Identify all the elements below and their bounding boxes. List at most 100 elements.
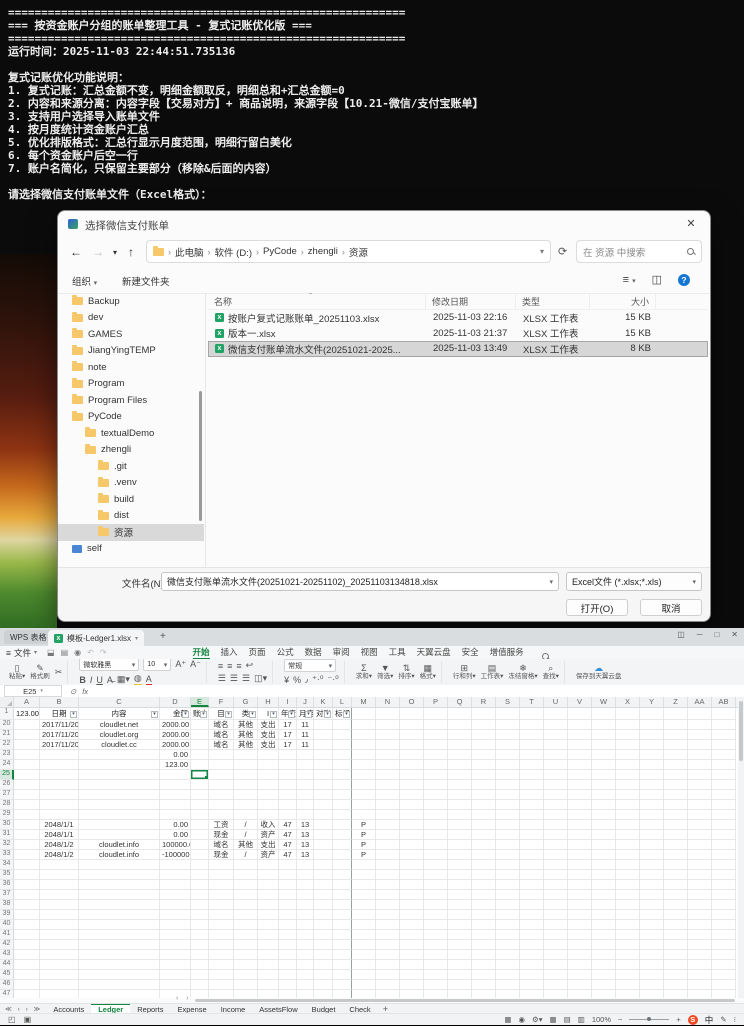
comma-style-icon[interactable]: ٫ bbox=[305, 674, 308, 685]
cell-C35[interactable] bbox=[79, 870, 160, 880]
cell-AB27[interactable] bbox=[712, 790, 736, 800]
cell-L28[interactable] bbox=[333, 800, 352, 810]
up-icon[interactable]: ↑ bbox=[128, 245, 134, 259]
cell-Y23[interactable] bbox=[640, 750, 664, 760]
cell-A1[interactable]: 123.00 bbox=[14, 708, 40, 720]
cell-Q41[interactable] bbox=[448, 930, 472, 940]
cell-J47[interactable] bbox=[297, 990, 314, 998]
view-mode-icon[interactable]: ≡ ▾ bbox=[623, 274, 636, 286]
cell-B31[interactable]: 2048/1/1 bbox=[40, 830, 79, 840]
cell-E46[interactable] bbox=[191, 980, 209, 990]
cell-N26[interactable] bbox=[376, 780, 400, 790]
cell-H36[interactable] bbox=[258, 880, 279, 890]
cell-X29[interactable] bbox=[616, 810, 640, 820]
cell-Y32[interactable] bbox=[640, 840, 664, 850]
cell-J40[interactable] bbox=[297, 920, 314, 930]
column-header-X[interactable]: X bbox=[616, 697, 640, 707]
cell-B37[interactable] bbox=[40, 890, 79, 900]
cell-W47[interactable] bbox=[592, 990, 616, 998]
cell-K42[interactable] bbox=[314, 940, 333, 950]
cell-Y30[interactable] bbox=[640, 820, 664, 830]
cell-F23[interactable] bbox=[209, 750, 234, 760]
cell-E32[interactable] bbox=[191, 840, 209, 850]
cell-V20[interactable] bbox=[568, 720, 592, 730]
cell-K45[interactable] bbox=[314, 970, 333, 980]
cell-J24[interactable] bbox=[297, 760, 314, 770]
cell-Z41[interactable] bbox=[664, 930, 688, 940]
cancel-button[interactable]: 取消 bbox=[640, 599, 702, 616]
cell-D43[interactable] bbox=[160, 950, 191, 960]
cell-C37[interactable] bbox=[79, 890, 160, 900]
cell-G20[interactable]: 其他 bbox=[234, 720, 258, 730]
cell-X36[interactable] bbox=[616, 880, 640, 890]
cell-O26[interactable] bbox=[400, 780, 424, 790]
cell-AA37[interactable] bbox=[688, 890, 712, 900]
cell-I37[interactable] bbox=[279, 890, 297, 900]
cell-B28[interactable] bbox=[40, 800, 79, 810]
cell-W30[interactable] bbox=[592, 820, 616, 830]
cell-Q45[interactable] bbox=[448, 970, 472, 980]
cell-O42[interactable] bbox=[400, 940, 424, 950]
cell-N46[interactable] bbox=[376, 980, 400, 990]
cell-R32[interactable] bbox=[472, 840, 496, 850]
cell-B38[interactable] bbox=[40, 900, 79, 910]
align-right-icon[interactable]: ☰ bbox=[242, 673, 250, 684]
cell-T28[interactable] bbox=[520, 800, 544, 810]
cell-I20[interactable]: 17 bbox=[279, 720, 297, 730]
cell-N44[interactable] bbox=[376, 960, 400, 970]
cell-F30[interactable]: 工资 bbox=[209, 820, 234, 830]
row-header-31[interactable]: 31 bbox=[0, 830, 14, 840]
align-top-icon[interactable]: ≡ bbox=[218, 661, 223, 671]
cell-B41[interactable] bbox=[40, 930, 79, 940]
cell-Z38[interactable] bbox=[664, 900, 688, 910]
cell-R24[interactable] bbox=[472, 760, 496, 770]
cell-U36[interactable] bbox=[544, 880, 568, 890]
cell-L40[interactable] bbox=[333, 920, 352, 930]
cell-U43[interactable] bbox=[544, 950, 568, 960]
cell-X47[interactable] bbox=[616, 990, 640, 998]
cell-W23[interactable] bbox=[592, 750, 616, 760]
cell-O29[interactable] bbox=[400, 810, 424, 820]
cell-A47[interactable] bbox=[14, 990, 40, 998]
cell-T39[interactable] bbox=[520, 910, 544, 920]
cell-T45[interactable] bbox=[520, 970, 544, 980]
cell-U26[interactable] bbox=[544, 780, 568, 790]
cell-T29[interactable] bbox=[520, 810, 544, 820]
cell-AA35[interactable] bbox=[688, 870, 712, 880]
column-header-C[interactable]: C bbox=[79, 697, 160, 707]
column-header-K[interactable]: K bbox=[314, 697, 333, 707]
cell-A42[interactable] bbox=[14, 940, 40, 950]
cell-AA25[interactable] bbox=[688, 770, 712, 780]
cell-AA26[interactable] bbox=[688, 780, 712, 790]
cell-S26[interactable] bbox=[496, 780, 520, 790]
cell-H40[interactable] bbox=[258, 920, 279, 930]
cell-D39[interactable] bbox=[160, 910, 191, 920]
cell-X41[interactable] bbox=[616, 930, 640, 940]
tree-item-PyCode[interactable]: PyCode bbox=[58, 409, 204, 426]
tree-item-note[interactable]: note bbox=[58, 359, 204, 376]
cell-B39[interactable] bbox=[40, 910, 79, 920]
cell-U38[interactable] bbox=[544, 900, 568, 910]
cell-E43[interactable] bbox=[191, 950, 209, 960]
cell-AB40[interactable] bbox=[712, 920, 736, 930]
cell-T1[interactable] bbox=[520, 708, 544, 720]
cell-Q21[interactable] bbox=[448, 730, 472, 740]
tree-item-zhengli[interactable]: zhengli bbox=[58, 442, 204, 459]
cell-U45[interactable] bbox=[544, 970, 568, 980]
cell-I38[interactable] bbox=[279, 900, 297, 910]
cell-K31[interactable] bbox=[314, 830, 333, 840]
cell-N42[interactable] bbox=[376, 940, 400, 950]
font-color-icon[interactable]: A bbox=[146, 674, 152, 686]
cell-Z46[interactable] bbox=[664, 980, 688, 990]
cell-J44[interactable] bbox=[297, 960, 314, 970]
sum-button[interactable]: Σ 求和▾ bbox=[356, 664, 372, 681]
cell-S25[interactable] bbox=[496, 770, 520, 780]
cell-D37[interactable] bbox=[160, 890, 191, 900]
cell-Y39[interactable] bbox=[640, 910, 664, 920]
cell-M41[interactable] bbox=[352, 930, 376, 940]
cell-N40[interactable] bbox=[376, 920, 400, 930]
column-header-size[interactable]: 大小 bbox=[590, 293, 656, 309]
cell-H35[interactable] bbox=[258, 870, 279, 880]
cell-I1[interactable]: 年度▾ bbox=[279, 708, 297, 720]
row-header-41[interactable]: 41 bbox=[0, 930, 14, 940]
